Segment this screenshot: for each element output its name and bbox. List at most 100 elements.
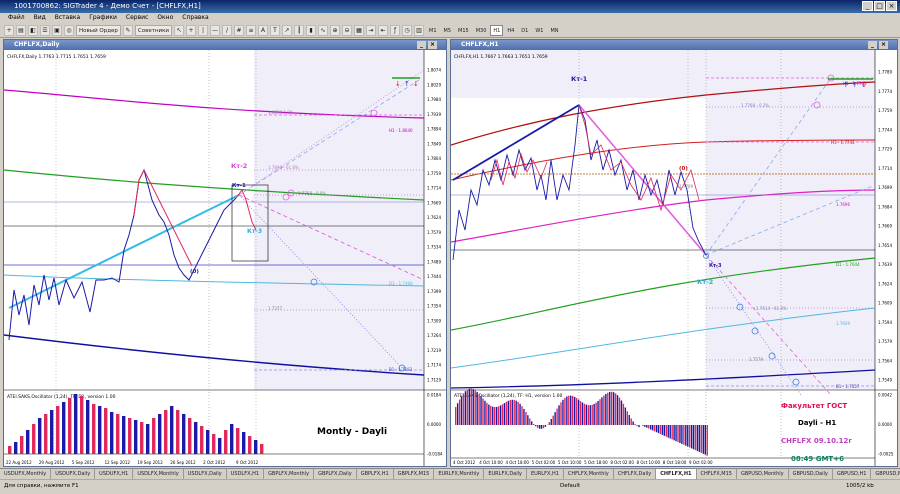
price-tick: 0.0000: [427, 422, 441, 427]
daily-oscillator: [8, 394, 264, 454]
crosshair-icon[interactable]: +: [186, 24, 197, 36]
chart-tab[interactable]: CHFLFX,Daily: [614, 469, 657, 479]
shift-icon[interactable]: ⇤: [378, 24, 389, 36]
price-tick: 1.7699: [878, 185, 892, 190]
chart-tab[interactable]: USDLFX,Monthly: [133, 469, 184, 479]
trendline-icon[interactable]: /: [222, 24, 233, 36]
period-m15[interactable]: M15: [455, 25, 472, 36]
osc-bar: [501, 404, 504, 425]
menu-item-0[interactable]: Файл: [8, 13, 25, 23]
date-tick: 4 Oct 18:00: [505, 460, 529, 465]
templates-icon[interactable]: ▥: [414, 24, 425, 36]
osc-bar: [513, 399, 515, 425]
menu-item-1[interactable]: Вид: [34, 13, 46, 23]
price-tick: 1.7309: [427, 318, 441, 323]
arrow-icon[interactable]: ↗: [282, 24, 293, 36]
menu-item-3[interactable]: Графики: [89, 13, 117, 23]
chart-tab[interactable]: USDUFX,Monthly: [0, 469, 52, 479]
period-h4[interactable]: H4: [504, 25, 517, 36]
period-icon[interactable]: ◷: [402, 24, 413, 36]
text-icon[interactable]: A: [258, 24, 269, 36]
chart-tab[interactable]: EURLFX,Daily: [484, 469, 527, 479]
tile-icon[interactable]: ▦: [354, 24, 365, 36]
chart-tab[interactable]: GBPUSD,Monthly: [737, 469, 789, 479]
bar-chart-icon[interactable]: ┃: [294, 24, 305, 36]
window-close-button[interactable]: ×: [428, 41, 437, 49]
window-close-button[interactable]: ×: [879, 41, 888, 49]
chart-tab[interactable]: USDUFX,Daily: [51, 469, 96, 479]
zoom-out-icon[interactable]: ⊖: [342, 24, 353, 36]
chart-tab[interactable]: GBPUSD,Daily: [789, 469, 833, 479]
minimize-button[interactable]: _: [862, 1, 873, 11]
chart-window-daily[interactable]: CHFLFX,Daily _ × CHFLFX,Daily 1.7763 1.7…: [3, 39, 447, 467]
period-d1[interactable]: D1: [518, 25, 531, 36]
chart-tab[interactable]: GBPLFX,Monthly: [264, 469, 315, 479]
period-mn[interactable]: MN: [547, 25, 561, 36]
chart-tab[interactable]: USDLFX,Daily: [184, 469, 227, 479]
osc-bar: [560, 402, 562, 425]
new-chart-icon[interactable]: +: [4, 24, 14, 36]
close-button[interactable]: ×: [886, 1, 897, 11]
advisors-button[interactable]: Советники: [134, 24, 173, 36]
candle-chart-icon[interactable]: ▮: [306, 24, 317, 36]
terminal-icon[interactable]: ▣: [52, 24, 62, 36]
chart-tab[interactable]: USDUFX,H1: [95, 469, 134, 479]
chart-window-h1[interactable]: CHFLFX,H1 _ × CHFLFX,H1 1.7667 1.7663 1.…: [450, 39, 898, 467]
chart-tab[interactable]: GBPUSD,M15: [871, 469, 900, 479]
chart-tab[interactable]: GBPLFX,M15: [394, 469, 435, 479]
chart-tab[interactable]: GBPUSD,H1: [833, 469, 872, 479]
autoscroll-icon[interactable]: ⇥: [366, 24, 377, 36]
indicators-icon[interactable]: ƒ: [390, 24, 401, 36]
price-tick: 1.7714: [427, 186, 441, 191]
period-h1[interactable]: H1: [490, 24, 504, 36]
new-order-button[interactable]: Новый Ордер: [76, 24, 121, 36]
period-m5[interactable]: M5: [441, 25, 455, 36]
osc-bar: [486, 402, 488, 425]
period-m1[interactable]: M1: [426, 25, 440, 36]
osc-bar: [605, 393, 607, 425]
osc-bar: [464, 391, 467, 425]
osc-bar: [542, 425, 545, 429]
profiles-icon[interactable]: ▤: [16, 24, 26, 36]
label-icon[interactable]: T: [270, 24, 281, 36]
chart-tab[interactable]: EURLFX,Monthly: [434, 469, 485, 479]
editor-icon[interactable]: ✎: [122, 24, 133, 36]
chart-tab[interactable]: CHFLFX,M15: [697, 469, 737, 479]
chart-tab[interactable]: EURLFX,H1: [527, 469, 564, 479]
zoom-in-icon[interactable]: ⊕: [330, 24, 341, 36]
market-watch-icon[interactable]: ◧: [28, 24, 38, 36]
chart-tab[interactable]: CHFLFX,Monthly: [564, 469, 614, 479]
price-tick: 1.7564: [878, 358, 892, 363]
osc-bar: [80, 396, 84, 454]
cursor-icon[interactable]: ↖: [174, 24, 185, 36]
channel-icon[interactable]: #: [234, 24, 245, 36]
h1-chart-canvas[interactable]: CHFLFX,H1 1.7667 1.7663 1.7651 1.7659 AT…: [450, 50, 897, 466]
horizontal-line-icon[interactable]: —: [210, 24, 221, 36]
price-tick: 0.0184: [427, 393, 441, 398]
vertical-line-icon[interactable]: |: [198, 24, 209, 36]
price-tick: 1.7264: [427, 333, 441, 338]
osc-bar: [540, 425, 543, 429]
window-minimize-button[interactable]: _: [868, 41, 877, 49]
menu-item-4[interactable]: Сервис: [126, 13, 148, 23]
tester-icon[interactable]: ◎: [64, 24, 74, 36]
osc-bar: [683, 425, 685, 445]
maximize-button[interactable]: □: [874, 1, 885, 11]
chart-tab[interactable]: GBPLFX,Daily: [314, 469, 357, 479]
fibo-icon[interactable]: ≡: [246, 24, 257, 36]
osc-bar: [224, 430, 228, 454]
menu-item-5[interactable]: Окно: [157, 13, 173, 23]
period-w1[interactable]: W1: [532, 25, 546, 36]
menu-item-6[interactable]: Справка: [182, 13, 208, 23]
window-minimize-button[interactable]: _: [417, 41, 426, 49]
chart-tab[interactable]: CHFLFX,H1: [656, 469, 697, 479]
daily-chart-canvas[interactable]: CHFLFX,Daily 1.7763 1.7715 1.7651 1.7659…: [3, 50, 446, 466]
period-m30[interactable]: M30: [473, 25, 490, 36]
menu-item-2[interactable]: Вставка: [55, 13, 80, 23]
osc-bar: [218, 438, 222, 454]
chart-tab[interactable]: USDLFX,H1: [227, 469, 265, 479]
line-chart-icon[interactable]: ∿: [318, 24, 329, 36]
chart-tab[interactable]: GBPLFX,H1: [357, 469, 394, 479]
navigator-icon[interactable]: ☰: [40, 24, 50, 36]
date-tick: 8 Oct 10:00: [637, 460, 661, 465]
